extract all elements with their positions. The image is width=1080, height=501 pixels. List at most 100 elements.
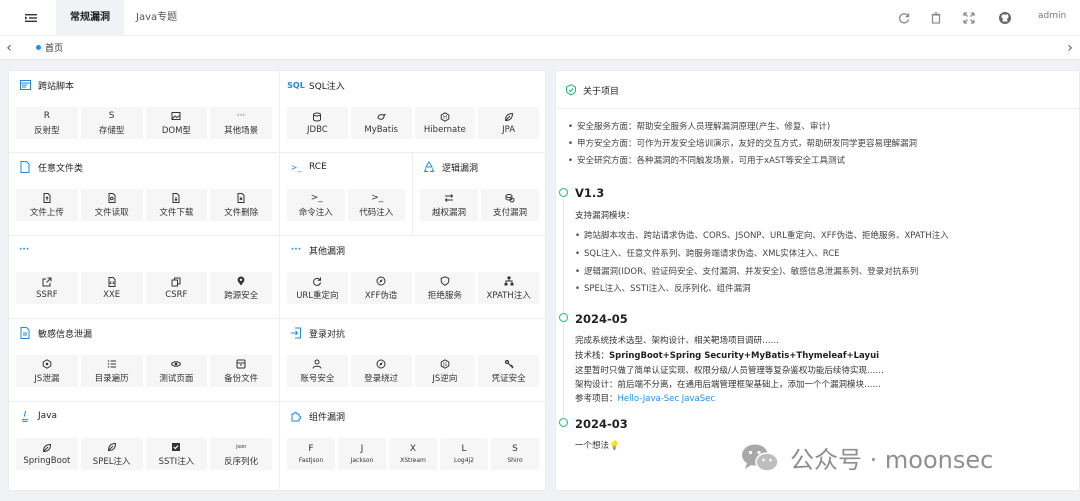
item-dom-xss[interactable]: DOM型 bbox=[145, 107, 208, 139]
item-csrf[interactable]: CSRF bbox=[145, 272, 208, 304]
item-fastjson[interactable]: F Fastjson bbox=[287, 438, 335, 470]
leaf-icon bbox=[504, 112, 513, 121]
sitemap-icon bbox=[504, 276, 514, 285]
item-idor[interactable]: 越权漏洞 bbox=[420, 189, 478, 221]
section-file: 任意文件类 文件上传 文件读取 文件下载 文件删除 bbox=[9, 153, 280, 236]
letter-r-icon: R bbox=[43, 110, 50, 121]
java-icon bbox=[19, 410, 31, 422]
item-code-injection[interactable]: >_ 代码注入 bbox=[347, 189, 405, 221]
item-xff[interactable]: XFF伪造 bbox=[350, 272, 412, 304]
item-reflected-xss[interactable]: R 反射型 bbox=[16, 107, 78, 139]
document-icon bbox=[19, 327, 31, 339]
tab-common-vulns[interactable]: 常规漏洞 bbox=[56, 0, 124, 36]
item-log4j2[interactable]: L Log4j2 bbox=[440, 438, 488, 470]
item-row: 文件上传 文件读取 文件下载 文件删除 bbox=[16, 189, 272, 221]
timeline-bullet: 逻辑漏洞(IDOR、验证码安全、支付漏洞、并发安全)、敏感信息泄漏系列、登录对抗… bbox=[575, 265, 918, 277]
github-icon[interactable] bbox=[998, 11, 1012, 25]
tab-java-topic[interactable]: Java专题 bbox=[122, 0, 191, 36]
item-dos[interactable]: 拒绝服务 bbox=[414, 272, 476, 304]
item-jpa[interactable]: JPA bbox=[478, 107, 539, 139]
item-backup-file[interactable]: 备份文件 bbox=[210, 355, 272, 387]
item-shiro[interactable]: S Shiro bbox=[491, 438, 539, 470]
item-spel[interactable]: SPEL注入 bbox=[80, 438, 143, 470]
json-icon: json bbox=[236, 443, 247, 450]
timeline-text: 这里暂时只做了简单认证实现、权限分级/人员管理等复杂鉴权功能后续待实现…… bbox=[575, 366, 884, 376]
tech-stack-label: 技术栈： bbox=[575, 351, 610, 361]
item-label: 跨源安全 bbox=[224, 290, 259, 301]
item-file-delete[interactable]: 文件删除 bbox=[210, 189, 272, 221]
code-window-icon bbox=[19, 79, 31, 91]
refresh-icon[interactable] bbox=[897, 11, 911, 25]
tab-home[interactable]: 首页 bbox=[36, 41, 63, 54]
item-label: 测试页面 bbox=[159, 373, 194, 384]
menu-toggle-icon[interactable] bbox=[24, 11, 38, 25]
item-hibernate[interactable]: H Hibernate bbox=[414, 107, 476, 139]
item-ssrf[interactable]: SSRF bbox=[16, 272, 78, 304]
item-credential-security[interactable]: 凭证安全 bbox=[478, 355, 539, 387]
letter-j-icon: J bbox=[360, 444, 364, 454]
item-other-xss[interactable]: ··· 其他场景 bbox=[210, 107, 272, 139]
reference-label: 参考项目： bbox=[575, 394, 618, 404]
trash-icon[interactable] bbox=[929, 11, 943, 25]
item-url-redirect[interactable]: URL重定向 bbox=[287, 272, 348, 304]
fullscreen-icon[interactable] bbox=[962, 11, 976, 25]
item-label: 目录遍历 bbox=[94, 373, 129, 384]
bird-icon bbox=[377, 113, 387, 120]
item-ssti[interactable]: SSTI注入 bbox=[145, 438, 208, 470]
item-row: JS泄漏 目录遍历 测试页面 备份文件 bbox=[16, 355, 272, 387]
item-label: XXE bbox=[103, 289, 121, 300]
redo-icon bbox=[313, 277, 322, 286]
item-xpath[interactable]: XPATH注入 bbox=[478, 272, 539, 304]
letter-s-icon: S bbox=[108, 110, 115, 121]
section-title-text: SQL注入 bbox=[309, 81, 345, 92]
item-xstream[interactable]: X XStream bbox=[389, 438, 437, 470]
item-js-leak[interactable]: JS泄漏 bbox=[16, 355, 78, 387]
svg-text:H: H bbox=[443, 114, 447, 120]
item-deserialization[interactable]: json 反序列化 bbox=[210, 438, 272, 470]
item-row: JDBC MyBatis H Hibernate JPA bbox=[287, 107, 539, 139]
item-mybatis[interactable]: MyBatis bbox=[350, 107, 412, 139]
item-file-upload[interactable]: 文件上传 bbox=[16, 189, 78, 221]
about-panel: 关于项目 安全服务方面：帮助安全服务人员理解漏洞原理(产生、修复、审计) 甲方安… bbox=[555, 70, 1080, 491]
eye-icon bbox=[171, 360, 182, 367]
recycle-icon bbox=[423, 161, 435, 173]
reference-link[interactable]: Hello-Java-Sec JavaSec bbox=[618, 394, 716, 404]
image-icon bbox=[171, 111, 181, 120]
tabs-next-button[interactable]: › bbox=[1063, 40, 1077, 56]
item-jackson[interactable]: J Jackson bbox=[338, 438, 386, 470]
item-file-read[interactable]: 文件读取 bbox=[80, 189, 143, 221]
version-title: 2024-05 bbox=[575, 312, 628, 326]
timeline-line bbox=[563, 323, 564, 417]
item-test-page[interactable]: 测试页面 bbox=[145, 355, 208, 387]
database-icon bbox=[313, 112, 322, 121]
tabs-prev-button[interactable]: ‹ bbox=[2, 40, 16, 56]
item-payment[interactable]: 支付漏洞 bbox=[481, 189, 539, 221]
watermark-text: 公众号 · moonsec bbox=[790, 446, 994, 474]
item-label: JS逆向 bbox=[432, 373, 458, 384]
item-command-injection[interactable]: >_ 命令注入 bbox=[287, 189, 345, 221]
item-label: 命令注入 bbox=[298, 207, 333, 218]
item-springboot[interactable]: SpringBoot bbox=[16, 438, 78, 470]
vuln-category-panel: 跨站脚本 R 反射型 S 存储型 DOM型 ··· 其他场景 SQL SQL注入 JD… bbox=[8, 70, 546, 491]
item-js-reverse[interactable]: JS JS逆向 bbox=[414, 355, 476, 387]
login-icon bbox=[290, 327, 302, 339]
item-login-bypass[interactable]: 登录绕过 bbox=[350, 355, 412, 387]
item-dir-traversal[interactable]: 目录遍历 bbox=[80, 355, 143, 387]
hex-icon bbox=[42, 358, 52, 369]
item-stored-xss[interactable]: S 存储型 bbox=[80, 107, 143, 139]
item-jdbc[interactable]: JDBC bbox=[287, 107, 348, 139]
user-menu[interactable]: admin bbox=[1038, 11, 1066, 21]
item-label: 拒绝服务 bbox=[427, 290, 462, 301]
item-label: Hibernate bbox=[423, 124, 466, 135]
item-account-security[interactable]: 账号安全 bbox=[287, 355, 348, 387]
item-xxe[interactable]: XXE bbox=[80, 272, 143, 304]
section-title-text: 任意文件类 bbox=[38, 163, 84, 174]
file-code-icon bbox=[108, 276, 116, 287]
terminal-icon: >_ bbox=[310, 192, 323, 203]
item-file-download[interactable]: 文件下载 bbox=[145, 189, 208, 221]
compass-icon bbox=[376, 276, 386, 285]
leaf-icon bbox=[107, 442, 116, 451]
item-label: 反序列化 bbox=[224, 456, 259, 467]
item-cors[interactable]: 跨源安全 bbox=[210, 272, 272, 304]
section-ssrf: ··· SSRF XXE CSRF 跨源安全 bbox=[9, 236, 280, 319]
